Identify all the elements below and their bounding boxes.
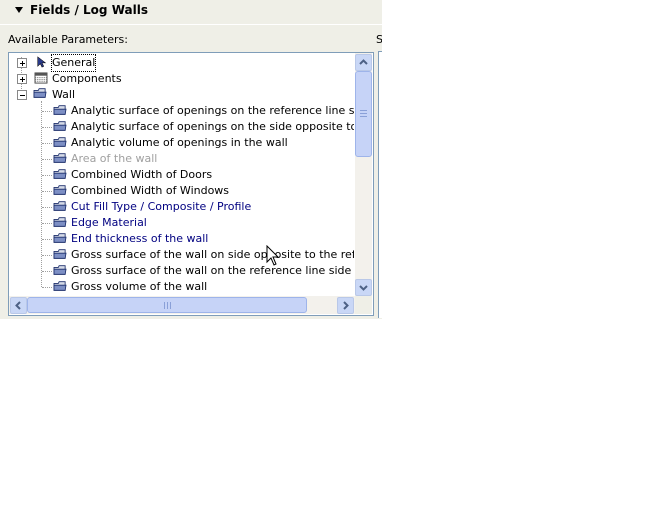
tree-line [42, 239, 52, 240]
tree-line [42, 271, 52, 272]
tree-item[interactable]: Combined Width of Doors [9, 167, 354, 183]
selected-parameters-label: S [376, 33, 382, 46]
components-icon [34, 72, 48, 84]
tree-item-label: Cut Fill Type / Composite / Profile [71, 200, 252, 213]
expand-plus-icon[interactable] [17, 74, 27, 84]
horizontal-scrollbar[interactable] [9, 296, 355, 314]
chevron-right-icon [343, 301, 349, 310]
chevron-left-icon [15, 301, 21, 310]
collapse-triangle-icon[interactable] [15, 7, 23, 13]
chevron-down-icon [359, 285, 368, 291]
folder-icon [53, 121, 67, 131]
tree-item[interactable]: End thickness of the wall [9, 231, 354, 247]
folder-icon [53, 201, 67, 211]
tree-node-components[interactable]: Components [9, 71, 354, 87]
folder-icon [53, 153, 67, 163]
tree-item[interactable]: Area of the wall [9, 151, 354, 167]
tree-line [42, 143, 52, 144]
tree-item-label: Analytic surface of openings on the side… [71, 120, 354, 133]
folder-icon [53, 233, 67, 243]
tree-line [42, 111, 52, 112]
tree-item-label: Gross volume of the wall [71, 280, 208, 293]
tree-node-general[interactable]: General [9, 54, 354, 72]
tree-item-label: End thickness of the wall [71, 232, 209, 245]
tree-line [42, 223, 52, 224]
available-parameters-tree[interactable]: General Components Wall Analytic surface… [8, 52, 374, 316]
tree-item-label: Gross surface of the wall on side opposi… [71, 248, 354, 261]
tree-item[interactable]: Cut Fill Type / Composite / Profile [9, 199, 354, 215]
tree-line [42, 207, 52, 208]
pointer-arrow-icon [37, 56, 47, 68]
fields-panel: Fields / Log Walls Available Parameters:… [0, 0, 382, 319]
tree-item[interactable]: Combined Width of Windows [9, 183, 354, 199]
available-parameters-label: Available Parameters: [8, 33, 128, 46]
tree-item[interactable]: Analytic volume of openings in the wall [9, 135, 354, 151]
tree-label-wall: Wall [52, 88, 76, 101]
folder-icon [53, 137, 67, 147]
tree-item-label: Analytic volume of openings in the wall [71, 136, 288, 149]
vertical-scroll-thumb[interactable] [355, 71, 372, 157]
tree-item[interactable]: Gross surface of the wall on side opposi… [9, 247, 354, 263]
folder-icon [33, 88, 47, 98]
folder-icon [53, 169, 67, 179]
horizontal-scroll-thumb[interactable] [27, 297, 307, 313]
panel-header[interactable]: Fields / Log Walls [0, 0, 382, 25]
tree-line [42, 287, 52, 288]
tree-item-label: Combined Width of Windows [71, 184, 230, 197]
scroll-up-button[interactable] [355, 54, 372, 71]
tree-item[interactable]: Gross surface of the wall on the referen… [9, 263, 354, 279]
tree-label-general: General [50, 54, 97, 72]
vertical-scrollbar[interactable] [355, 53, 372, 296]
tree-item-label: Gross surface of the wall on the referen… [71, 264, 352, 277]
tree-line [42, 255, 52, 256]
tree-item-label: Combined Width of Doors [71, 168, 213, 181]
scroll-down-button[interactable] [355, 279, 372, 296]
folder-icon [53, 281, 67, 291]
folder-icon [53, 249, 67, 259]
selected-parameters-list[interactable] [378, 51, 382, 318]
panel-title: Fields / Log Walls [30, 3, 148, 17]
scrollbar-corner [355, 296, 372, 314]
collapse-minus-icon[interactable] [17, 90, 27, 100]
tree-item[interactable]: Gross volume of the wall [9, 279, 354, 295]
expand-plus-icon[interactable] [17, 58, 27, 68]
folder-icon [53, 185, 67, 195]
scroll-right-button[interactable] [337, 297, 354, 314]
tree-item[interactable]: Edge Material [9, 215, 354, 231]
tree-item-label: Edge Material [71, 216, 147, 229]
tree-item-label: Area of the wall [71, 152, 158, 165]
folder-icon [53, 217, 67, 227]
tree-item[interactable]: Analytic surface of openings on the side… [9, 119, 354, 135]
tree-label-components: Components [52, 72, 122, 85]
chevron-up-icon [359, 59, 368, 65]
tree-line [42, 191, 52, 192]
tree-line [42, 127, 52, 128]
scroll-left-button[interactable] [10, 297, 27, 314]
folder-icon [53, 265, 67, 275]
mouse-cursor-icon [266, 245, 280, 266]
tree-item-label: Analytic surface of openings on the refe… [71, 104, 354, 117]
folder-icon [53, 105, 67, 115]
tree-viewport: General Components Wall Analytic surface… [9, 53, 354, 296]
tree-line [42, 159, 52, 160]
tree-item[interactable]: Analytic surface of openings on the refe… [9, 103, 354, 119]
tree-node-wall[interactable]: Wall [9, 87, 354, 103]
tree-line [42, 175, 52, 176]
